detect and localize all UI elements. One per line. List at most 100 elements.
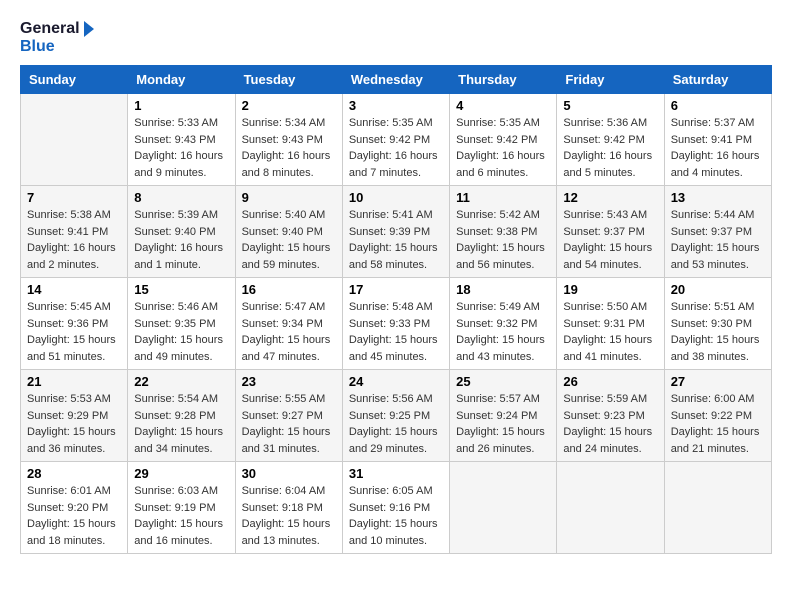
calendar-cell: 24 Sunrise: 5:56 AM Sunset: 9:25 PM Dayli…	[342, 370, 449, 462]
calendar-week-2: 7 Sunrise: 5:38 AM Sunset: 9:41 PM Daylig…	[21, 186, 772, 278]
day-number: 19	[563, 282, 657, 297]
day-number: 30	[242, 466, 336, 481]
day-number: 6	[671, 98, 765, 113]
logo-blue: Blue	[20, 38, 94, 56]
day-number: 13	[671, 190, 765, 205]
day-info: Sunrise: 5:59 AM Sunset: 9:23 PM Dayligh…	[563, 391, 657, 457]
calendar-cell: 25 Sunrise: 5:57 AM Sunset: 9:24 PM Dayli…	[450, 370, 557, 462]
day-info: Sunrise: 5:49 AM Sunset: 9:32 PM Dayligh…	[456, 299, 550, 365]
logo: General Blue	[20, 20, 94, 55]
day-info: Sunrise: 5:42 AM Sunset: 9:38 PM Dayligh…	[456, 207, 550, 273]
day-number: 3	[349, 98, 443, 113]
logo-general: General	[20, 20, 94, 38]
day-info: Sunrise: 6:01 AM Sunset: 9:20 PM Dayligh…	[27, 483, 121, 549]
calendar-cell: 31 Sunrise: 6:05 AM Sunset: 9:16 PM Dayli…	[342, 462, 449, 554]
day-number: 17	[349, 282, 443, 297]
calendar-week-4: 21 Sunrise: 5:53 AM Sunset: 9:29 PM Dayli…	[21, 370, 772, 462]
calendar-cell: 4 Sunrise: 5:35 AM Sunset: 9:42 PM Daylig…	[450, 94, 557, 186]
day-info: Sunrise: 5:53 AM Sunset: 9:29 PM Dayligh…	[27, 391, 121, 457]
calendar-cell: 9Sunrise: 5:40 AM Sunset: 9:40 PM Daylig…	[235, 186, 342, 278]
day-info: Sunrise: 5:33 AM Sunset: 9:43 PM Dayligh…	[134, 115, 228, 181]
calendar-cell: 15Sunrise: 5:46 AM Sunset: 9:35 PM Dayli…	[128, 278, 235, 370]
day-number: 10	[349, 190, 443, 205]
day-number: 5	[563, 98, 657, 113]
day-info: Sunrise: 5:48 AM Sunset: 9:33 PM Dayligh…	[349, 299, 443, 365]
col-header-tuesday: Tuesday	[235, 66, 342, 94]
day-number: 2	[242, 98, 336, 113]
calendar-cell: 11 Sunrise: 5:42 AM Sunset: 9:38 PM Dayli…	[450, 186, 557, 278]
day-number: 27	[671, 374, 765, 389]
calendar-cell: 29 Sunrise: 6:03 AM Sunset: 9:19 PM Dayli…	[128, 462, 235, 554]
col-header-friday: Friday	[557, 66, 664, 94]
day-info: Sunrise: 5:35 AM Sunset: 9:42 PM Dayligh…	[456, 115, 550, 181]
day-number: 24	[349, 374, 443, 389]
day-number: 4	[456, 98, 550, 113]
day-number: 20	[671, 282, 765, 297]
day-info: Sunrise: 5:34 AM Sunset: 9:43 PM Dayligh…	[242, 115, 336, 181]
day-number: 16	[242, 282, 336, 297]
day-info: Sunrise: 6:03 AM Sunset: 9:19 PM Dayligh…	[134, 483, 228, 549]
calendar-cell: 7 Sunrise: 5:38 AM Sunset: 9:41 PM Daylig…	[21, 186, 128, 278]
calendar-cell: 1 Sunrise: 5:33 AM Sunset: 9:43 PM Daylig…	[128, 94, 235, 186]
day-info: Sunrise: 5:45 AM Sunset: 9:36 PM Dayligh…	[27, 299, 121, 365]
day-info: Sunrise: 6:05 AM Sunset: 9:16 PM Dayligh…	[349, 483, 443, 549]
col-header-thursday: Thursday	[450, 66, 557, 94]
day-number: 14	[27, 282, 121, 297]
col-header-sunday: Sunday	[21, 66, 128, 94]
calendar-cell: 6Sunrise: 5:37 AM Sunset: 9:41 PM Daylig…	[664, 94, 771, 186]
calendar-cell: 21 Sunrise: 5:53 AM Sunset: 9:29 PM Dayli…	[21, 370, 128, 462]
day-number: 21	[27, 374, 121, 389]
calendar-cell: 2 Sunrise: 5:34 AM Sunset: 9:43 PM Daylig…	[235, 94, 342, 186]
day-number: 12	[563, 190, 657, 205]
day-info: Sunrise: 5:57 AM Sunset: 9:24 PM Dayligh…	[456, 391, 550, 457]
calendar-week-1: 1 Sunrise: 5:33 AM Sunset: 9:43 PM Daylig…	[21, 94, 772, 186]
day-info: Sunrise: 5:47 AM Sunset: 9:34 PM Dayligh…	[242, 299, 336, 365]
calendar-cell: 8Sunrise: 5:39 AM Sunset: 9:40 PM Daylig…	[128, 186, 235, 278]
calendar-header: SundayMondayTuesdayWednesdayThursdayFrid…	[21, 66, 772, 94]
col-header-wednesday: Wednesday	[342, 66, 449, 94]
calendar-cell: 14 Sunrise: 5:45 AM Sunset: 9:36 PM Dayli…	[21, 278, 128, 370]
day-number: 18	[456, 282, 550, 297]
day-info: Sunrise: 6:04 AM Sunset: 9:18 PM Dayligh…	[242, 483, 336, 549]
calendar-cell: 26 Sunrise: 5:59 AM Sunset: 9:23 PM Dayli…	[557, 370, 664, 462]
day-number: 1	[134, 98, 228, 113]
calendar-week-5: 28 Sunrise: 6:01 AM Sunset: 9:20 PM Dayli…	[21, 462, 772, 554]
calendar-cell: 12 Sunrise: 5:43 AM Sunset: 9:37 PM Dayli…	[557, 186, 664, 278]
day-info: Sunrise: 5:39 AM Sunset: 9:40 PM Dayligh…	[134, 207, 228, 273]
day-info: Sunrise: 5:51 AM Sunset: 9:30 PM Dayligh…	[671, 299, 765, 365]
day-info: Sunrise: 5:40 AM Sunset: 9:40 PM Dayligh…	[242, 207, 336, 273]
day-number: 11	[456, 190, 550, 205]
day-info: Sunrise: 5:38 AM Sunset: 9:41 PM Dayligh…	[27, 207, 121, 273]
day-info: Sunrise: 5:35 AM Sunset: 9:42 PM Dayligh…	[349, 115, 443, 181]
calendar-cell: 3 Sunrise: 5:35 AM Sunset: 9:42 PM Daylig…	[342, 94, 449, 186]
calendar-cell	[450, 462, 557, 554]
calendar-cell	[557, 462, 664, 554]
day-number: 29	[134, 466, 228, 481]
calendar-cell: 18 Sunrise: 5:49 AM Sunset: 9:32 PM Dayli…	[450, 278, 557, 370]
day-info: Sunrise: 5:41 AM Sunset: 9:39 PM Dayligh…	[349, 207, 443, 273]
day-number: 28	[27, 466, 121, 481]
calendar-cell: 5 Sunrise: 5:36 AM Sunset: 9:42 PM Daylig…	[557, 94, 664, 186]
day-number: 7	[27, 190, 121, 205]
day-info: Sunrise: 5:43 AM Sunset: 9:37 PM Dayligh…	[563, 207, 657, 273]
calendar-cell	[664, 462, 771, 554]
calendar-cell: 28 Sunrise: 6:01 AM Sunset: 9:20 PM Dayli…	[21, 462, 128, 554]
day-number: 31	[349, 466, 443, 481]
calendar-cell: 27Sunrise: 6:00 AM Sunset: 9:22 PM Dayli…	[664, 370, 771, 462]
day-info: Sunrise: 5:54 AM Sunset: 9:28 PM Dayligh…	[134, 391, 228, 457]
calendar-cell: 16 Sunrise: 5:47 AM Sunset: 9:34 PM Dayli…	[235, 278, 342, 370]
calendar-cell: 17 Sunrise: 5:48 AM Sunset: 9:33 PM Dayli…	[342, 278, 449, 370]
calendar-table: SundayMondayTuesdayWednesdayThursdayFrid…	[20, 65, 772, 554]
calendar-cell: 22Sunrise: 5:54 AM Sunset: 9:28 PM Dayli…	[128, 370, 235, 462]
calendar-cell: 19 Sunrise: 5:50 AM Sunset: 9:31 PM Dayli…	[557, 278, 664, 370]
calendar-cell	[21, 94, 128, 186]
day-number: 26	[563, 374, 657, 389]
day-number: 23	[242, 374, 336, 389]
day-number: 25	[456, 374, 550, 389]
day-info: Sunrise: 5:36 AM Sunset: 9:42 PM Dayligh…	[563, 115, 657, 181]
day-info: Sunrise: 5:50 AM Sunset: 9:31 PM Dayligh…	[563, 299, 657, 365]
day-info: Sunrise: 5:55 AM Sunset: 9:27 PM Dayligh…	[242, 391, 336, 457]
day-info: Sunrise: 5:56 AM Sunset: 9:25 PM Dayligh…	[349, 391, 443, 457]
calendar-cell: 23 Sunrise: 5:55 AM Sunset: 9:27 PM Dayli…	[235, 370, 342, 462]
calendar-week-3: 14 Sunrise: 5:45 AM Sunset: 9:36 PM Dayli…	[21, 278, 772, 370]
